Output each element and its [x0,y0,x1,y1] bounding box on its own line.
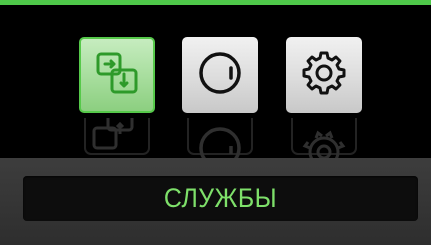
menu-item-settings[interactable] [286,37,362,113]
gear-icon [299,48,349,103]
menu-item-copy[interactable] [79,37,155,113]
copy-swap-icon [94,50,140,101]
knob-icon [195,48,245,103]
selected-item-label-box: СЛУЖБЫ [23,176,418,221]
device-screen: СЛУЖБЫ [0,0,431,245]
menu-item-knob[interactable] [182,37,258,113]
reflection-copy [79,118,155,158]
top-status-bar [0,0,431,5]
selected-item-label: СЛУЖБЫ [163,183,278,213]
reflection-settings [286,118,362,158]
reflection-knob [182,118,258,158]
